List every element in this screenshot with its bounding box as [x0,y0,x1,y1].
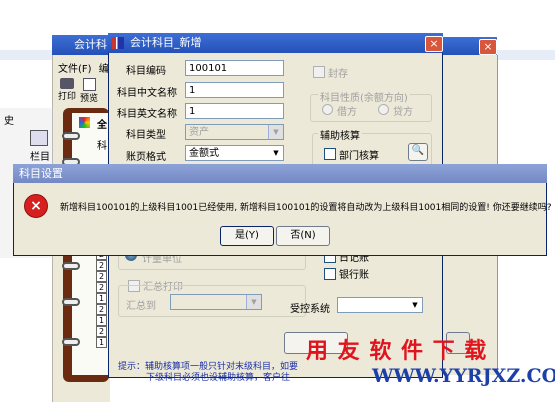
preview-icon [82,78,96,91]
en-name-field[interactable]: 1 [185,103,284,119]
account-dialog-title: 会计科目_新增 [130,36,202,49]
watermark-url: WWW.YYRJXZ.COM [372,365,555,387]
chevron-down-icon: ▼ [408,298,422,312]
chevron-down-icon: ▼ [246,295,261,309]
tree-row[interactable]: 1 [96,337,107,348]
format-label: 账页格式 [126,152,166,163]
ring-4 [62,298,80,306]
search-icon: 🔍 [411,145,425,156]
type-label: 科目类型 [126,130,166,141]
cn-name-field[interactable]: 1 [185,82,284,98]
debit-label: 借方 [337,107,357,118]
code-field[interactable]: 100101 [185,60,284,76]
format-select[interactable]: 金额式 ▼ [185,145,284,161]
department-checkbox[interactable] [324,148,336,160]
watermark-text: 用 友 软 件 下 载 [306,339,488,364]
controlled-system-select[interactable]: ▼ [337,297,423,313]
tree-label: 科 [97,141,107,152]
tree-row[interactable]: 1 [96,315,107,326]
dialog-app-icon [112,37,124,49]
book-letter: 全 [97,120,107,131]
sealed-label: 封存 [328,69,348,80]
search-button[interactable]: 🔍 [408,143,428,161]
printer-icon [60,78,74,89]
yes-button[interactable]: 是(Y) [220,226,274,246]
tree-row[interactable]: 1 [96,293,107,304]
code-label: 科目编码 [126,66,166,77]
type-select[interactable]: 资产 ▼ [185,124,284,140]
department-label: 部门核算 [339,151,379,162]
credit-radio[interactable] [378,104,389,115]
background-window-title: 会计科目 [52,35,112,71]
column-label: 栏目 [30,152,50,163]
ring-1 [62,132,80,140]
cn-name-label: 科目中文名称 [117,88,177,99]
credit-label: 贷方 [393,107,413,118]
tree-row[interactable]: 2 [96,304,107,315]
message-text: 新增科目100101的上级科目1001已经使用, 新增科目100101的设置将自… [60,203,552,213]
tree-row[interactable]: 2 [96,260,107,271]
account-dialog-title-bar: 会计科目_新增 [108,33,443,53]
tree-row[interactable]: 2 [96,282,107,293]
summary-to-label: 汇总到 [126,301,156,312]
aux-label: 辅助核算 [318,127,362,142]
chevron-down-icon: ▼ [268,125,283,139]
message-box-title-bar: 科目设置 [13,164,547,183]
debit-radio[interactable] [322,104,333,115]
column-icon[interactable] [30,130,48,146]
sealed-checkbox[interactable] [313,66,325,78]
error-icon: × [24,194,48,218]
menu-file[interactable]: 文件(F) [58,64,92,75]
controlled-system-label: 受控系统 [290,304,330,315]
chevron-down-icon: ▼ [269,146,283,160]
summary-to-select[interactable]: ▼ [170,294,262,310]
tree-row[interactable]: 2 [96,271,107,282]
account-dialog-close-icon[interactable]: × [425,36,443,52]
tree-row[interactable]: 2 [96,326,107,337]
ring-5 [62,338,80,346]
rainbow-icon [79,117,90,128]
right-background-close-icon[interactable]: × [479,39,497,55]
preview-button[interactable]: 预览 [79,78,99,104]
message-box-title: 科目设置 [19,167,63,180]
no-button[interactable]: 否(N) [276,226,330,246]
left-panel-label: 史 [4,116,14,127]
ring-3 [62,262,80,270]
en-name-label: 科目英文名称 [117,109,177,120]
hint-line-2: 下级科目必须也设辅助核算，客户往 [146,373,291,383]
bank-label: 银行账 [339,270,369,281]
bank-checkbox[interactable] [324,268,336,280]
print-button[interactable]: 打印 [56,78,78,102]
background-menu: 文件(F) 编 [58,60,109,75]
nature-label: 科目性质(余额方向) [318,89,410,104]
